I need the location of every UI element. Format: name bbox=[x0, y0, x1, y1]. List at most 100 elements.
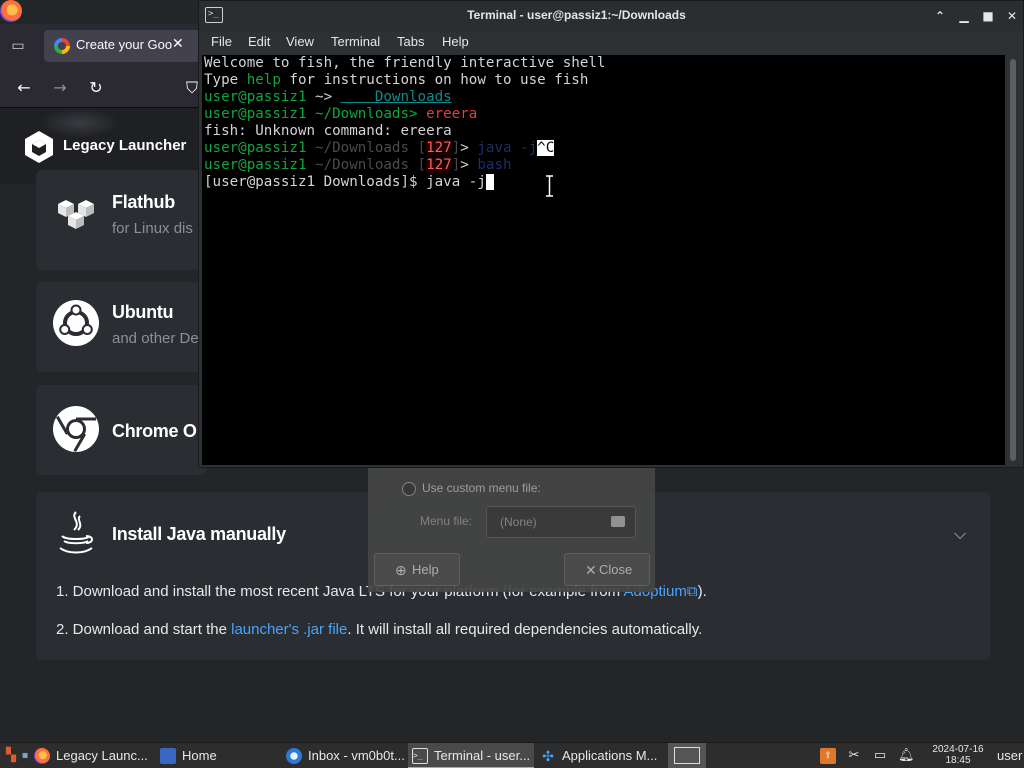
line-text: for instructions on how to use fish bbox=[280, 72, 589, 88]
scrollbar-thumb[interactable] bbox=[1010, 59, 1016, 461]
prompt-user: user@passiz1 bbox=[204, 157, 307, 173]
battery-icon[interactable]: ▭ bbox=[872, 748, 888, 764]
tab-list-icon[interactable]: ▭ bbox=[8, 36, 28, 56]
taskbar-item-applications-menu[interactable]: ✣ Applications M... bbox=[536, 743, 664, 768]
terminal-line: [user@passiz1 Downloads]$ java -j bbox=[204, 174, 494, 191]
taskbar-item-thunderbird[interactable]: Inbox - vm0b0t... bbox=[282, 743, 406, 768]
prompt-path: ~> bbox=[306, 89, 341, 105]
legacy-launcher-logo-icon[interactable] bbox=[24, 130, 54, 164]
firefox-icon[interactable] bbox=[0, 0, 22, 22]
text-cursor bbox=[485, 174, 494, 190]
java-icon bbox=[59, 511, 93, 554]
menu-file[interactable]: File bbox=[211, 34, 232, 49]
line-text: Type bbox=[204, 72, 247, 88]
menu-file-chooser[interactable]: (None) bbox=[486, 506, 636, 538]
user-name[interactable]: user bbox=[997, 748, 1022, 763]
card-subtitle: and other De bbox=[112, 330, 199, 347]
help-keyword: help bbox=[246, 72, 281, 88]
prompt-path: ~/Downloads bbox=[306, 140, 418, 156]
card-ubuntu[interactable]: Ubuntu and other De bbox=[36, 282, 206, 372]
forward-arrow-icon[interactable]: → bbox=[48, 76, 72, 100]
custom-menu-radio[interactable] bbox=[402, 482, 416, 496]
site-title[interactable]: Legacy Launcher bbox=[63, 137, 186, 154]
taskbar-item-label: Legacy Launc... bbox=[56, 748, 148, 763]
tab-title: Create your Goo bbox=[76, 37, 173, 52]
prompt-user: user@passiz1 bbox=[204, 140, 307, 156]
settings-icon: ✣ bbox=[542, 748, 554, 764]
prompt-path: ~/Downloads> bbox=[306, 106, 427, 122]
updates-icon[interactable]: ⇪ bbox=[820, 748, 836, 764]
terminal-output[interactable]: Welcome to fish, the friendly interactiv… bbox=[202, 55, 1005, 465]
exit-status: 127 bbox=[426, 140, 452, 156]
tab-close-icon[interactable]: ✕ bbox=[172, 36, 184, 52]
card-chromeos[interactable]: Chrome O bbox=[36, 385, 206, 475]
menu-terminal[interactable]: Terminal bbox=[331, 34, 380, 49]
reload-icon[interactable]: ↻ bbox=[84, 76, 108, 100]
menu-help[interactable]: Help bbox=[442, 34, 469, 49]
help-button[interactable]: ⊕ Help bbox=[374, 553, 460, 586]
terminal-line: user@passiz1 ~/Downloads [127]> bash bbox=[204, 157, 512, 174]
taskbar-item-terminal[interactable]: >_ Terminal - user... bbox=[408, 743, 534, 768]
browser-navbar: ← → ↻ ⛉ bbox=[0, 68, 200, 108]
card-title: Flathub bbox=[112, 192, 175, 212]
terminal-line: user@passiz1 ~/Downloads> ereera bbox=[204, 106, 477, 123]
clock-date: 2024-07-16 bbox=[932, 744, 984, 755]
status-bracket: [ bbox=[417, 140, 427, 156]
menu-tabs[interactable]: Tabs bbox=[397, 34, 424, 49]
chevron-down-icon[interactable]: ⌵ bbox=[954, 524, 966, 544]
status-bracket: ] bbox=[451, 157, 461, 173]
bash-prompt-line: [user@passiz1 Downloads]$ java -j bbox=[204, 174, 486, 190]
terminal-line: Welcome to fish, the friendly interactiv… bbox=[204, 55, 606, 71]
taskbar-item-home[interactable]: Home bbox=[156, 743, 278, 768]
window-close-icon[interactable]: ✕ bbox=[1003, 7, 1021, 25]
terminal-menubar: File Edit View Terminal Tabs Help bbox=[199, 31, 1023, 53]
taskbar-item-legacy-launcher[interactable]: Legacy Launc... bbox=[30, 743, 154, 768]
menu-editor-dialog: Use custom menu file: Menu file: (None) … bbox=[368, 460, 655, 592]
shade-icon[interactable]: ⌃ bbox=[931, 7, 949, 25]
card-title: Chrome O bbox=[112, 421, 197, 441]
clock[interactable]: 2024-07-16 18:45 bbox=[922, 744, 994, 766]
workspace-switcher[interactable] bbox=[668, 743, 706, 768]
maximize-icon[interactable]: ■ bbox=[979, 7, 997, 25]
prompt-user: user@passiz1 bbox=[204, 106, 307, 122]
network-off-icon[interactable]: ✂ bbox=[846, 748, 862, 764]
ctrl-c-marker: ^C bbox=[537, 140, 555, 156]
prompt-user: user@passiz1 bbox=[204, 89, 307, 105]
close-button[interactable]: ✕ Close bbox=[564, 553, 650, 586]
command-text: Downloads bbox=[340, 89, 452, 105]
terminal-titlebar[interactable]: >_ Terminal - user@passiz1:~/Downloads ⌃… bbox=[199, 1, 1023, 31]
terminal-scrollbar[interactable] bbox=[1007, 57, 1019, 465]
terminal-line: user@passiz1 ~/Downloads [127]> java -j^… bbox=[204, 140, 555, 157]
external-link-icon[interactable]: ⧉ bbox=[687, 583, 698, 600]
taskbar-item-label: Terminal - user... bbox=[434, 748, 531, 763]
launcher-jar-link[interactable]: launcher's .jar file bbox=[231, 621, 347, 638]
clock-time: 18:45 bbox=[945, 755, 971, 766]
notification-bell-icon[interactable]: 🔔︎ bbox=[898, 748, 915, 764]
menu-view[interactable]: View bbox=[286, 34, 314, 49]
command-text: ereera bbox=[426, 106, 478, 122]
step-text: 2. Download and start the bbox=[56, 621, 232, 638]
menu-file-label: Menu file: bbox=[420, 514, 473, 528]
back-arrow-icon[interactable]: ← bbox=[12, 76, 36, 100]
browser-tab[interactable]: Create your Goo ✕ bbox=[44, 30, 200, 62]
command-text: java -j bbox=[477, 140, 538, 156]
file-manager-icon bbox=[160, 748, 176, 764]
menu-file-value: (None) bbox=[500, 515, 537, 529]
minimize-icon[interactable]: ▁ bbox=[955, 7, 973, 25]
status-bracket: ] bbox=[451, 140, 461, 156]
java-step-2: 2. Download and start the launcher's .ja… bbox=[56, 621, 702, 638]
taskbar-item-label: Applications M... bbox=[562, 748, 658, 763]
card-flathub[interactable]: Flathub for Linux dis bbox=[36, 170, 206, 270]
exit-status: 127 bbox=[426, 157, 452, 173]
close-icon: ✕ bbox=[585, 562, 597, 578]
menu-edit[interactable]: Edit bbox=[248, 34, 270, 49]
flathub-icon bbox=[58, 200, 94, 229]
terminal-icon: >_ bbox=[412, 748, 428, 764]
taskbar: ▚ ▪ Legacy Launc... Home Inbox - vm0b0t.… bbox=[0, 742, 1024, 768]
custom-menu-label: Use custom menu file: bbox=[422, 481, 541, 495]
java-section-title[interactable]: Install Java manually bbox=[112, 524, 286, 545]
thunderbird-icon bbox=[286, 748, 302, 764]
taskbar-item-label: Inbox - vm0b0t... bbox=[308, 748, 405, 763]
terminal-title: Terminal - user@passiz1:~/Downloads bbox=[467, 8, 686, 22]
chrome-icon bbox=[53, 406, 99, 453]
